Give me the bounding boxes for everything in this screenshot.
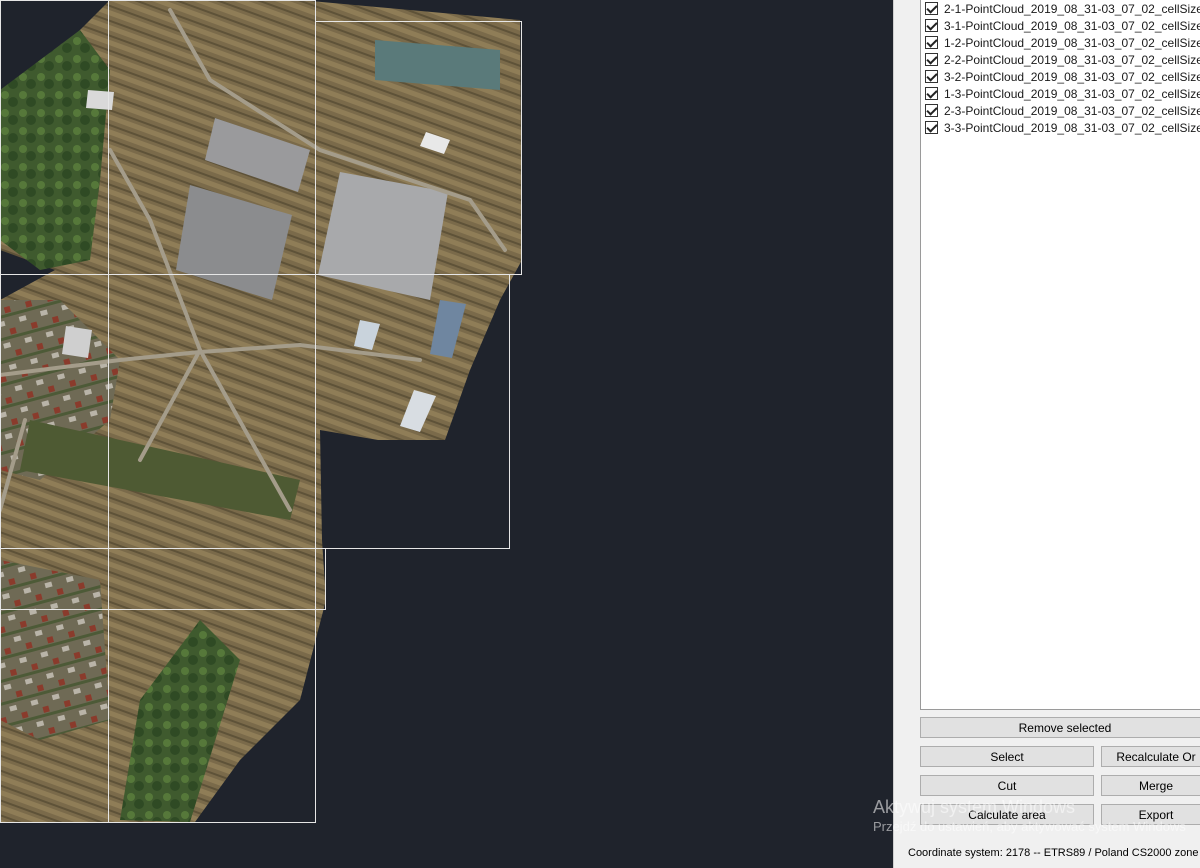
layer-checkbox[interactable] <box>925 87 938 100</box>
layer-item[interactable]: 2-2-PointCloud_2019_08_31-03_07_02_cellS… <box>925 51 1200 68</box>
tools-panel: 2-1-PointCloud_2019_08_31-03_07_02_cellS… <box>893 0 1200 868</box>
layer-item[interactable]: 2-3-PointCloud_2019_08_31-03_07_02_cellS… <box>925 102 1200 119</box>
orthophoto-layer <box>0 0 522 823</box>
point-cloud-mosaic <box>0 0 522 822</box>
layer-item[interactable]: 3-2-PointCloud_2019_08_31-03_07_02_cellS… <box>925 68 1200 85</box>
layer-item[interactable]: 1-3-PointCloud_2019_08_31-03_07_02_cellS… <box>925 85 1200 102</box>
layer-name: 1-3-PointCloud_2019_08_31-03_07_02_cellS… <box>944 86 1200 101</box>
recalculate-button[interactable]: Recalculate Or <box>1101 746 1200 767</box>
select-button[interactable]: Select <box>920 746 1094 767</box>
layer-list[interactable]: 2-1-PointCloud_2019_08_31-03_07_02_cellS… <box>920 0 1200 710</box>
layer-name: 3-3-PointCloud_2019_08_31-03_07_02_cellS… <box>944 120 1200 135</box>
layer-name: 1-2-PointCloud_2019_08_31-03_07_02_cellS… <box>944 35 1200 50</box>
coordinate-system-label: Coordinate system: 2178 -- ETRS89 / Pola… <box>908 846 1200 859</box>
layer-checkbox[interactable] <box>925 70 938 83</box>
layer-item[interactable]: 3-1-PointCloud_2019_08_31-03_07_02_cellS… <box>925 17 1200 34</box>
layer-checkbox[interactable] <box>925 19 938 32</box>
layer-checkbox[interactable] <box>925 121 938 134</box>
layer-name: 2-2-PointCloud_2019_08_31-03_07_02_cellS… <box>944 52 1200 67</box>
layer-item[interactable]: 1-2-PointCloud_2019_08_31-03_07_02_cellS… <box>925 34 1200 51</box>
layer-checkbox[interactable] <box>925 53 938 66</box>
export-button[interactable]: Export <box>1101 804 1200 825</box>
layer-name: 3-1-PointCloud_2019_08_31-03_07_02_cellS… <box>944 18 1200 33</box>
merge-button[interactable]: Merge <box>1101 775 1200 796</box>
layer-checkbox[interactable] <box>925 36 938 49</box>
layer-name: 2-1-PointCloud_2019_08_31-03_07_02_cellS… <box>944 1 1200 16</box>
coordinate-system-status: Coordinate system: 2178 -- ETRS89 / Pola… <box>894 837 1200 868</box>
remove-selected-button[interactable]: Remove selected <box>920 717 1200 738</box>
map-canvas[interactable] <box>0 0 893 868</box>
layer-checkbox[interactable] <box>925 104 938 117</box>
cut-button[interactable]: Cut <box>920 775 1094 796</box>
calculate-area-button[interactable]: Calculate area <box>920 804 1094 825</box>
layer-name: 2-3-PointCloud_2019_08_31-03_07_02_cellS… <box>944 103 1200 118</box>
layer-item[interactable]: 2-1-PointCloud_2019_08_31-03_07_02_cellS… <box>925 0 1200 17</box>
layer-name: 3-2-PointCloud_2019_08_31-03_07_02_cellS… <box>944 69 1200 84</box>
layer-checkbox[interactable] <box>925 2 938 15</box>
layer-item[interactable]: 3-3-PointCloud_2019_08_31-03_07_02_cellS… <box>925 119 1200 136</box>
